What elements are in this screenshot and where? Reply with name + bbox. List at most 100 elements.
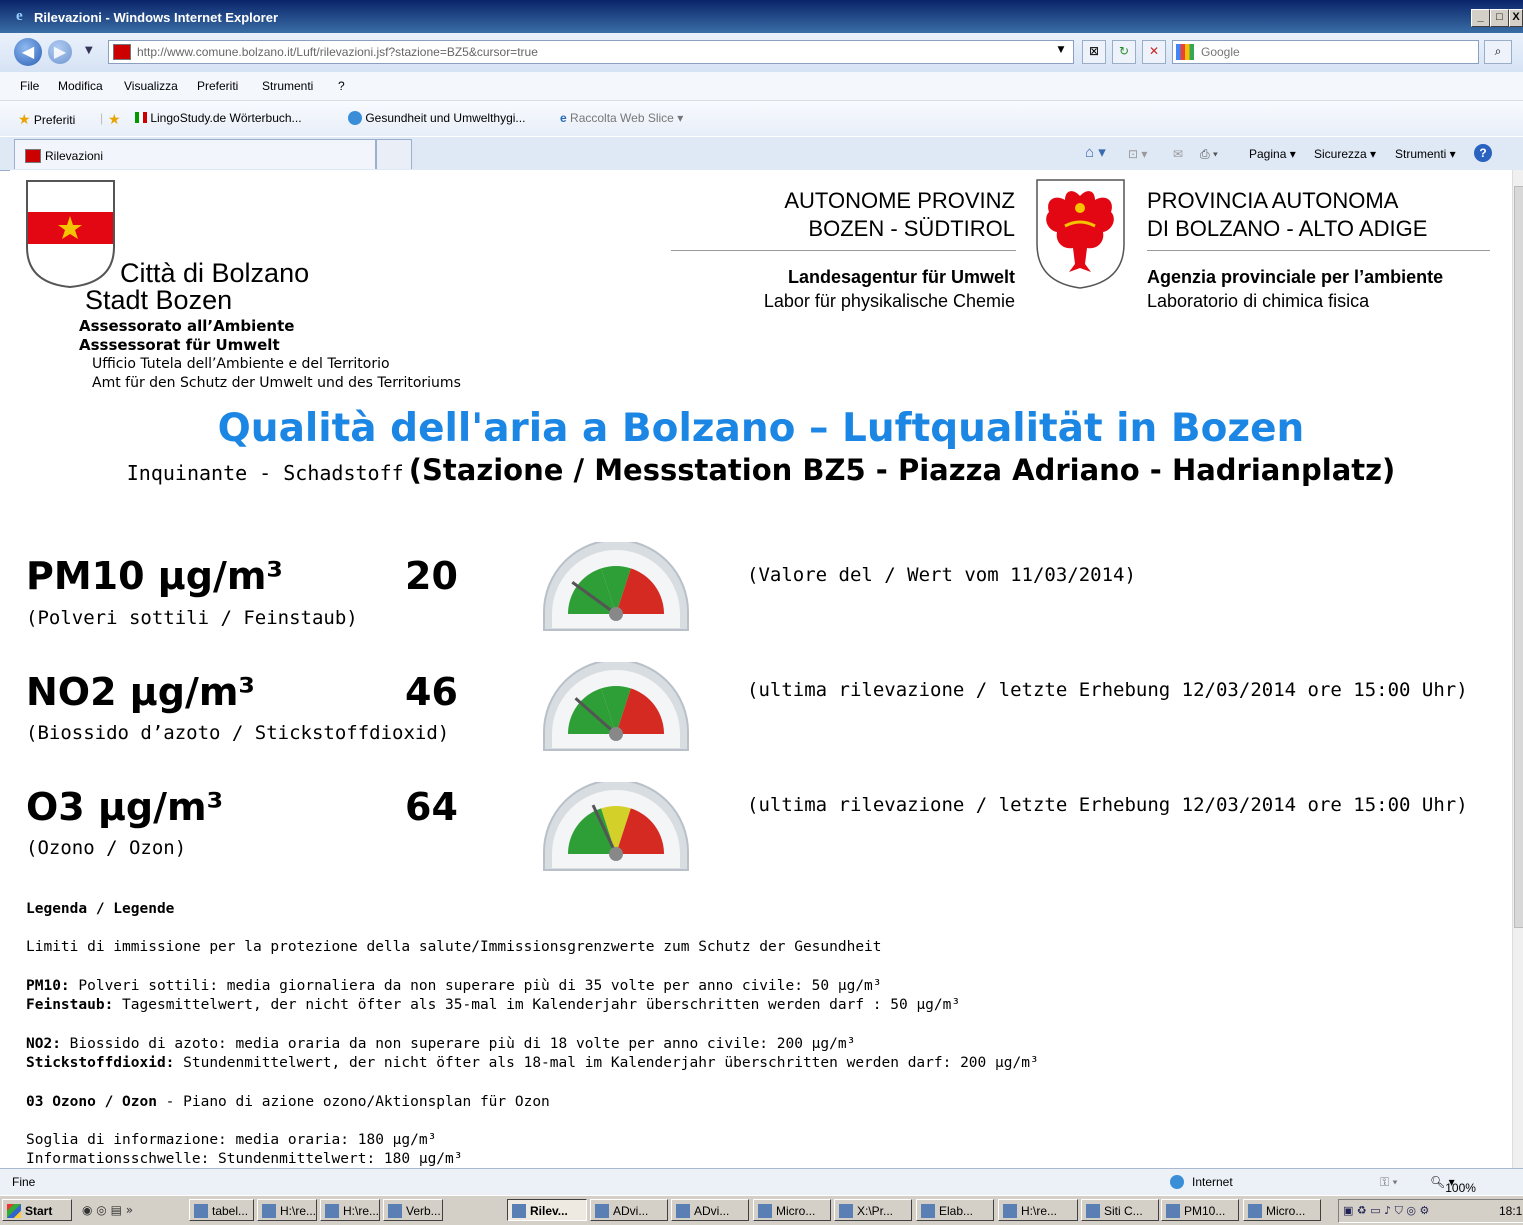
tools-menu[interactable]: Strumenti ▾ xyxy=(1395,147,1456,161)
add-favorite-icon[interactable]: ★ xyxy=(108,111,121,128)
favorites-button[interactable]: ★ Preferiti xyxy=(18,111,75,128)
new-tab-button[interactable] xyxy=(376,139,412,169)
app-icon xyxy=(595,1204,609,1218)
gauge-hub xyxy=(609,607,623,621)
taskbar-button[interactable]: ADvi... xyxy=(671,1199,749,1221)
address-url[interactable]: http://www.comune.bolzano.it/Luft/rileva… xyxy=(137,45,538,59)
menu-visualizza[interactable]: Visualizza xyxy=(124,79,178,93)
scrollbar-thumb[interactable] xyxy=(1514,186,1523,928)
measurement-date: (Valore del / Wert vom 11/03/2014) xyxy=(747,564,1136,586)
menu-strumenti[interactable]: Strumenti xyxy=(262,79,313,93)
app-icon xyxy=(839,1204,853,1218)
pollutant-description: (Ozono / Ozon) xyxy=(26,837,187,859)
minimize-button[interactable]: _ xyxy=(1471,9,1490,27)
favorite-link-lingostudy[interactable]: LingoStudy.de Wörterbuch... xyxy=(135,111,302,125)
address-dropdown-icon[interactable]: ▼ xyxy=(1052,41,1070,59)
home-icon[interactable]: ⌂ ▾ xyxy=(1085,143,1106,161)
pollutant-name: PM10 µg/m³ xyxy=(26,554,284,598)
legend-o3: 03 Ozono / Ozon - Piano di azione ozono/… xyxy=(26,1094,550,1110)
page-subtitle: Inquinante - Schadstoff (Stazione / Mess… xyxy=(10,453,1512,487)
menu-preferiti[interactable]: Preferiti xyxy=(197,79,238,93)
taskbar-button[interactable]: H:\re... xyxy=(257,1199,317,1221)
windows-logo-icon xyxy=(7,1204,21,1218)
menu-file[interactable]: File xyxy=(20,79,39,93)
zoom-level[interactable]: 🔍︎ 100% ▾ xyxy=(1430,1175,1476,1195)
address-bar[interactable]: http://www.comune.bolzano.it/Luft/rileva… xyxy=(108,40,1074,64)
app-icon xyxy=(921,1204,935,1218)
pollutant-value: 64 xyxy=(405,785,458,829)
forward-button[interactable]: ▶ xyxy=(48,40,72,64)
legend-o3-de: Informationsschwelle: Stundenmittelwert:… xyxy=(26,1151,463,1167)
taskbar-button[interactable]: ADvi... xyxy=(590,1199,668,1221)
status-text: Fine xyxy=(12,1175,36,1189)
maximize-button[interactable]: □ xyxy=(1490,9,1509,27)
taskbar-button[interactable]: Elab... xyxy=(916,1199,994,1221)
page-menu[interactable]: Pagina ▾ xyxy=(1249,147,1296,161)
tab-rilevazioni[interactable]: Rilevazioni xyxy=(14,139,376,169)
gauge-hub xyxy=(609,727,623,741)
subtitle-station: (Stazione / Messstation BZ5 - Piazza Adr… xyxy=(408,453,1396,487)
taskbar-button[interactable]: tabel... xyxy=(189,1199,254,1221)
tray-icons[interactable]: ▣ ♻ ▭ ♪ ⛉ ◎ ⚙ xyxy=(1343,1204,1429,1218)
app-icon xyxy=(325,1204,339,1218)
divider-de xyxy=(671,250,1016,251)
clock: 18:1 xyxy=(1499,1204,1523,1218)
gauge-icon xyxy=(543,662,689,751)
lab-de: Labor für physikalische Chemie xyxy=(763,291,1015,311)
feeds-icon[interactable]: ⊡ ▾ xyxy=(1128,147,1147,161)
bolzano-crest-icon xyxy=(26,180,115,289)
ie-logo-icon: e xyxy=(16,8,23,24)
taskbar-button[interactable]: Rilev... xyxy=(507,1199,587,1221)
taskbar-button[interactable]: H:\re... xyxy=(320,1199,380,1221)
subtitle-small: Inquinante - Schadstoff xyxy=(126,461,404,485)
quick-launch-icons[interactable]: ◉ ◎ ▤ » xyxy=(82,1203,133,1217)
internet-zone-icon xyxy=(1170,1175,1184,1189)
window-titlebar[interactable]: e Rilevazioni - Windows Internet Explore… xyxy=(0,0,1523,33)
system-tray: ▣ ♻ ▭ ♪ ⛉ ◎ ⚙ 18:1 xyxy=(1338,1199,1523,1223)
address-toolbar: ◀ ▶ ▼ http://www.comune.bolzano.it/Luft/… xyxy=(0,33,1523,72)
ie-icon: e xyxy=(560,111,567,125)
compatibility-view-icon[interactable]: ⊠ xyxy=(1082,40,1106,64)
taskbar-button[interactable]: Micro... xyxy=(753,1199,831,1221)
security-zone[interactable]: Internet xyxy=(1192,1175,1233,1189)
close-button[interactable]: X xyxy=(1509,9,1523,27)
south-tyrol-eagle-crest-icon xyxy=(1036,179,1125,289)
menu-modifica[interactable]: Modifica xyxy=(58,79,103,93)
divider-it xyxy=(1147,250,1490,251)
back-button[interactable]: ◀ xyxy=(14,38,42,66)
favorite-link-gesundheit[interactable]: Gesundheit und Umwelthygi... xyxy=(348,111,525,125)
menu-help[interactable]: ? xyxy=(338,79,345,93)
site-favicon-icon xyxy=(113,44,131,60)
taskbar-button[interactable]: X:\Pr... xyxy=(834,1199,912,1221)
start-button[interactable]: Start xyxy=(2,1199,72,1221)
app-icon xyxy=(1166,1204,1180,1218)
legend-title: Legenda / Legende xyxy=(26,901,175,917)
taskbar-button[interactable]: PM10... xyxy=(1161,1199,1239,1221)
province-de: AUTONOME PROVINZ BOZEN - SÜDTIROL xyxy=(784,188,1015,241)
search-input[interactable]: Google xyxy=(1172,40,1479,64)
pollutant-description: (Polveri sottili / Feinstaub) xyxy=(26,607,358,629)
office-de: Amt für den Schutz der Umwelt und des Te… xyxy=(92,375,461,391)
protected-mode-icon[interactable]: ⚿ ▾ xyxy=(1380,1175,1398,1190)
taskbar-button[interactable]: H:\re... xyxy=(998,1199,1078,1221)
vertical-scrollbar[interactable] xyxy=(1512,170,1523,1168)
pollutant-description: (Biossido d’azoto / Stickstoffdioxid) xyxy=(26,722,450,744)
safety-menu[interactable]: Sicurezza ▾ xyxy=(1314,147,1376,161)
search-placeholder: Google xyxy=(1201,45,1240,59)
dept-de: Asssessorat für Umwelt xyxy=(79,336,280,354)
history-dropdown-icon[interactable]: ▼ xyxy=(85,45,93,56)
web-slice-gallery[interactable]: e Raccolta Web Slice ▾ xyxy=(560,111,683,125)
stop-icon[interactable]: ✕ xyxy=(1142,40,1166,64)
read-mail-icon[interactable]: ✉ xyxy=(1173,147,1183,161)
taskbar-button[interactable]: Verb... xyxy=(383,1199,443,1221)
print-icon[interactable]: ⎙ ▾ xyxy=(1200,147,1218,162)
legend-pm10-it: PM10: Polveri sottili: media giornaliera… xyxy=(26,978,882,994)
help-icon[interactable]: ? xyxy=(1474,144,1492,162)
refresh-icon[interactable]: ↻ xyxy=(1112,40,1136,64)
legend-intro: Limiti di immissione per la protezione d… xyxy=(26,939,882,955)
taskbar-button[interactable]: Siti C... xyxy=(1081,1199,1159,1221)
search-icon[interactable]: ⌕ xyxy=(1484,40,1512,64)
app-icon xyxy=(262,1204,276,1218)
star-icon: ★ xyxy=(18,111,31,127)
taskbar-button[interactable]: Micro... xyxy=(1243,1199,1321,1221)
